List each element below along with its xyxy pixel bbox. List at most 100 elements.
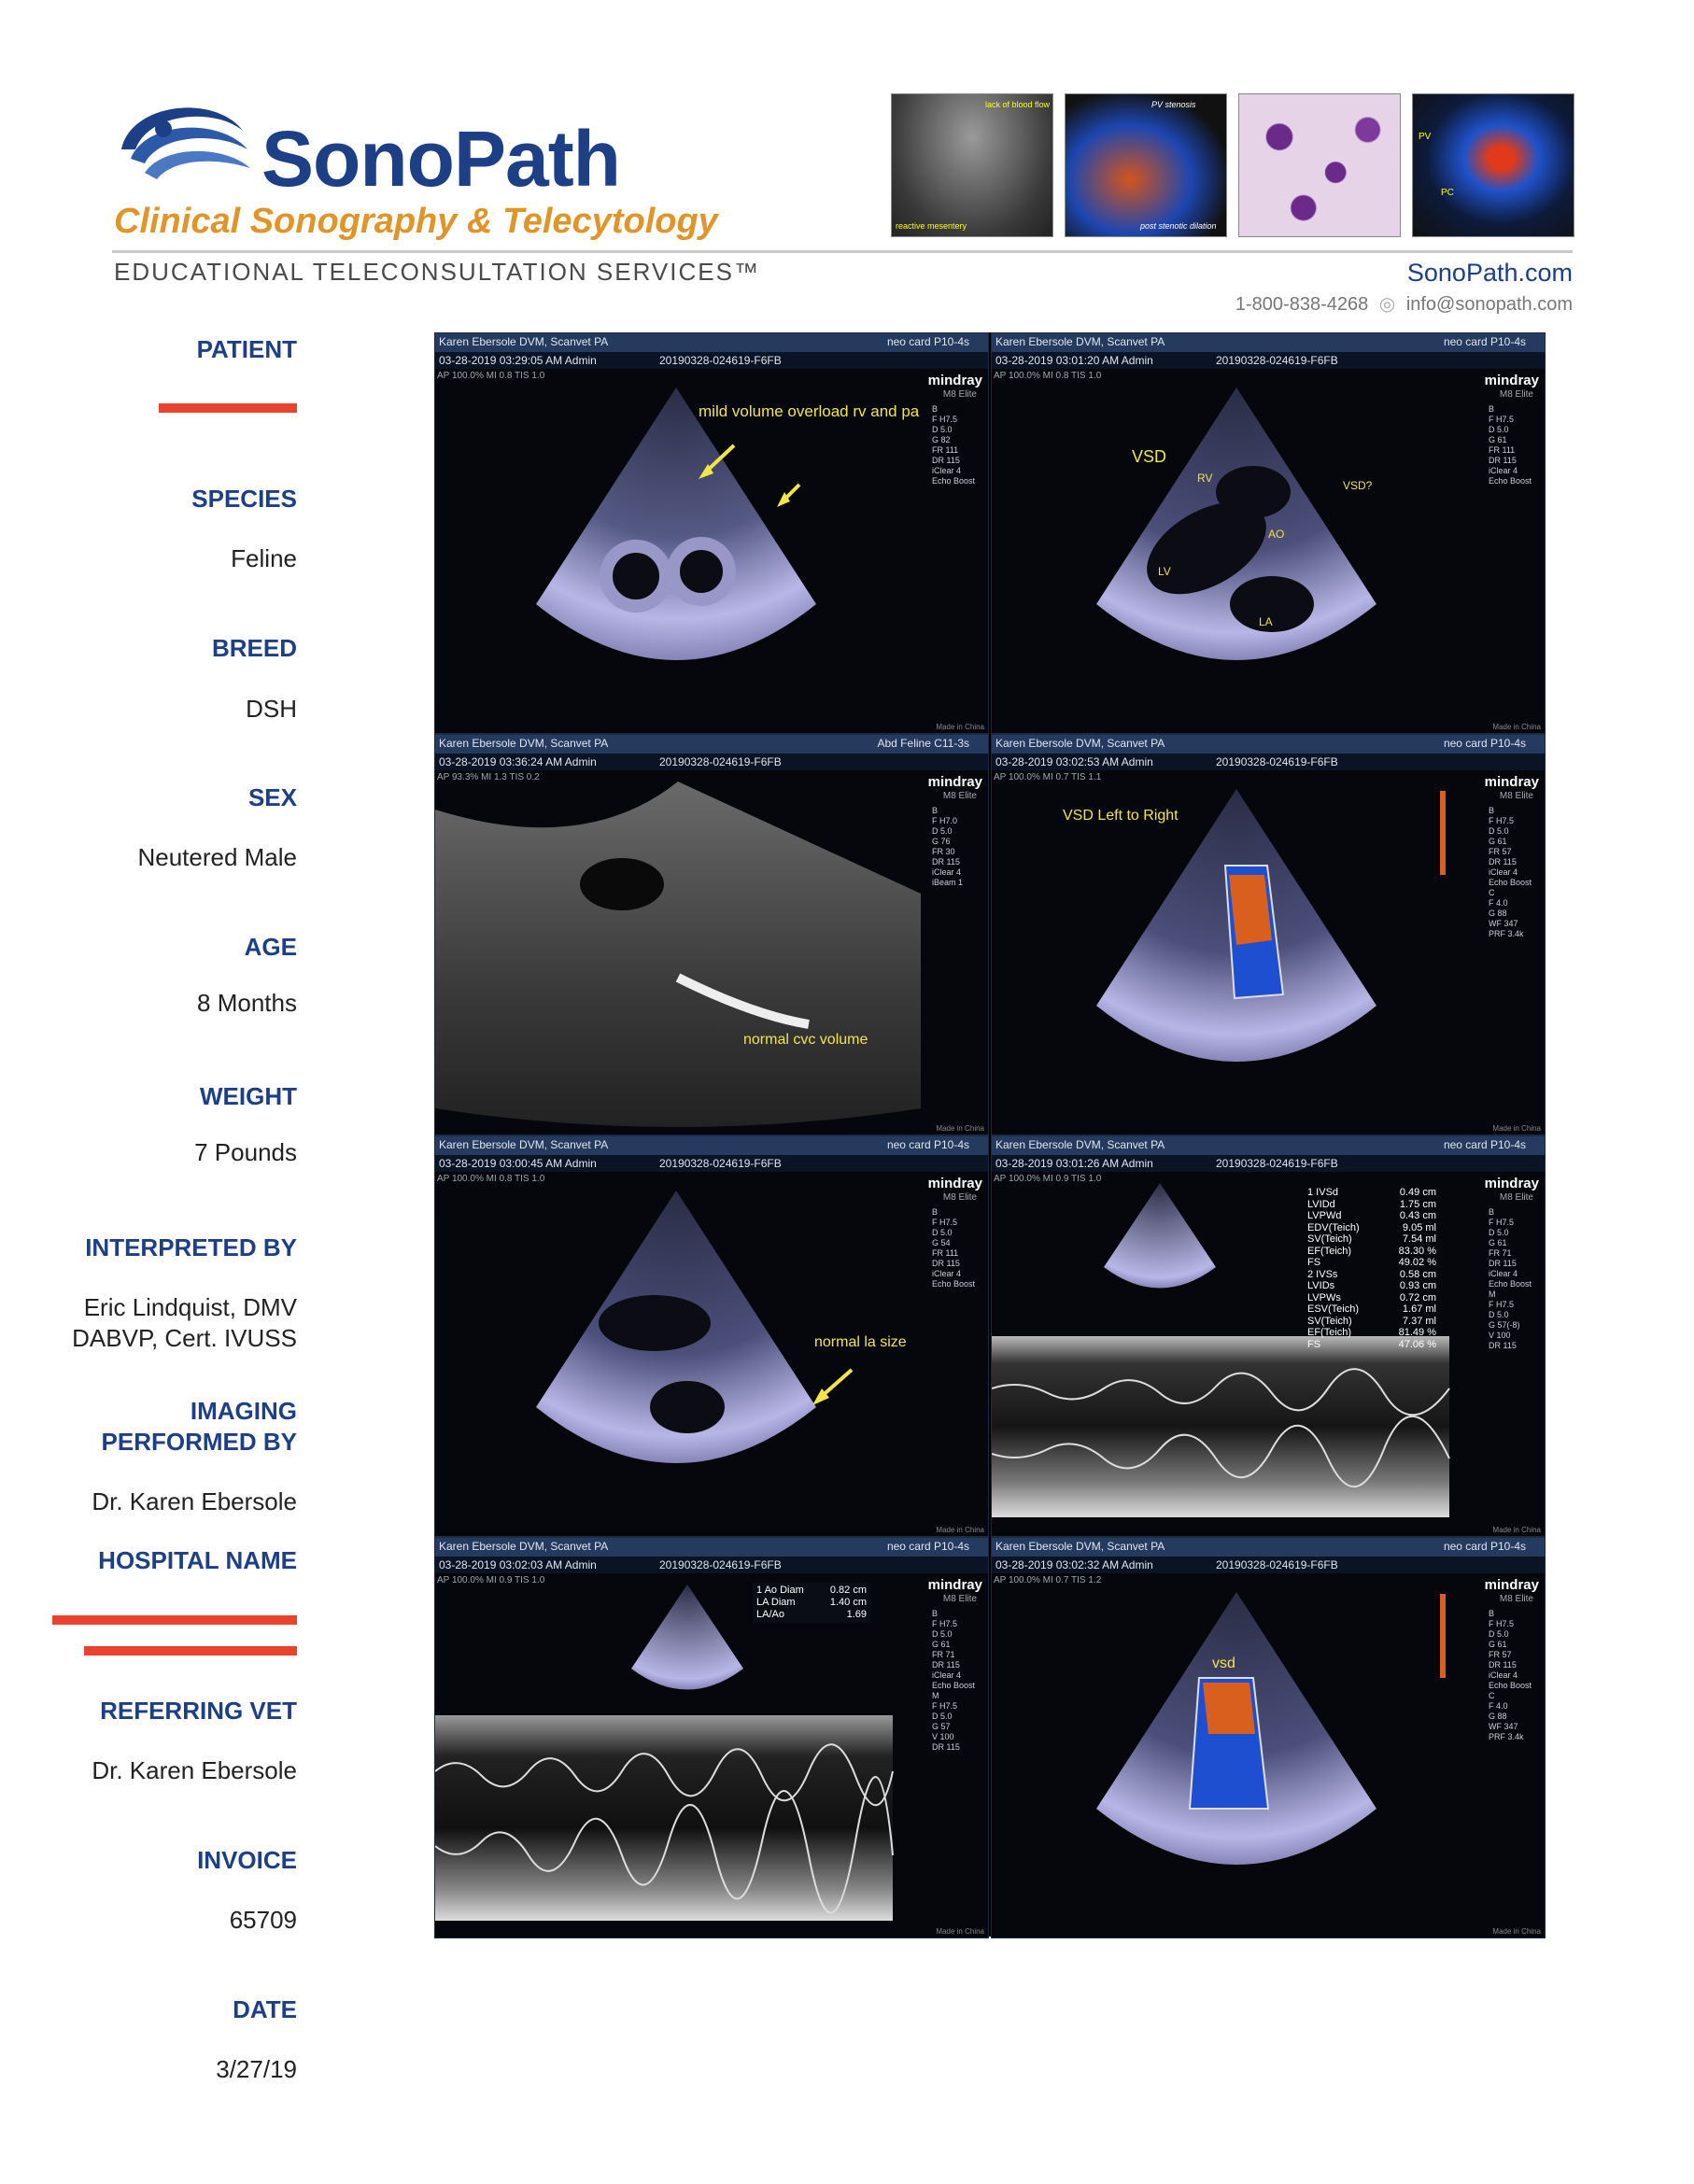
- measurement-row: 1 IVSd 0.49 cm: [1307, 1187, 1436, 1199]
- annotation-text: normal cvc volume: [743, 1032, 868, 1048]
- thumb-label: reactive mesentery: [896, 221, 967, 231]
- thumbnail-ultrasound-abdomen: lack of blood flow reactive mesentery: [891, 93, 1053, 237]
- la-ao-measurements: 1 Ao Diam 0.82 cm LA Diam 1.40 cm LA/Ao 1.69: [753, 1583, 870, 1623]
- ultrasound-panel-3: Karen Ebersole DVM, Scanvet PA Abd Felin…: [434, 734, 989, 1135]
- measurement-row: LA Diam 1.40 cm: [756, 1597, 867, 1609]
- made-in-label: Made in China: [1492, 723, 1541, 731]
- measurement-name: SV(Teich): [1307, 1233, 1352, 1245]
- thumb-label: PV: [1419, 132, 1432, 142]
- measurement-row: LVIDd 1.75 cm: [1307, 1199, 1436, 1211]
- measurement-row: FS 49.02 %: [1307, 1257, 1436, 1269]
- measurement-name: SV(Teich): [1307, 1315, 1352, 1327]
- m-mode-image: [435, 1585, 894, 1921]
- measurement-value: 0.49 cm: [1399, 1187, 1436, 1198]
- imaging-label: IMAGING: [190, 1397, 297, 1425]
- sex-value: Neutered Male: [137, 843, 297, 871]
- patient-label: PATIENT: [196, 335, 297, 363]
- thumb-label: PV stenosis: [1151, 100, 1196, 109]
- annotation-text: vsd: [1212, 1656, 1235, 1671]
- made-in-label: Made in China: [936, 723, 984, 731]
- email-icon: ◎: [1378, 294, 1396, 315]
- thumbnail-color-doppler: PV PC: [1412, 93, 1574, 237]
- measurement-value: 1.69: [846, 1609, 867, 1620]
- sonopath-logo-icon: [121, 107, 250, 179]
- age-label: AGE: [244, 933, 297, 961]
- hospital-name-label: HOSPITAL NAME: [98, 1546, 297, 1574]
- date-value: 3/27/19: [216, 2055, 297, 2083]
- measurement-value: 83.30 %: [1398, 1245, 1436, 1257]
- patient-name-redacted: [159, 403, 297, 413]
- measurement-name: EDV(Teich): [1307, 1221, 1360, 1233]
- measurement-name: EF(Teich): [1307, 1327, 1352, 1338]
- thumb-label: lack of blood flow: [985, 100, 1051, 109]
- color-doppler-image: [1096, 1592, 1446, 1865]
- measurement-row: EF(Teich) 81.49 %: [1307, 1327, 1436, 1339]
- ultrasound-panel-8: Karen Ebersole DVM, Scanvet PA neo card …: [991, 1537, 1546, 1938]
- measurement-value: 0.72 cm: [1399, 1291, 1436, 1303]
- ultrasound-panel-6: Karen Ebersole DVM, Scanvet PA neo card …: [991, 1135, 1546, 1537]
- measurement-name: LA/Ao: [756, 1609, 784, 1620]
- measurement-row: LVIDs 0.93 cm: [1307, 1280, 1436, 1292]
- measurement-name: FS: [1307, 1257, 1321, 1268]
- measurement-value: 1.40 cm: [829, 1597, 867, 1608]
- measurement-row: ESV(Teich) 1.67 ml: [1307, 1303, 1436, 1316]
- measurement-value: 9.05 ml: [1402, 1221, 1436, 1233]
- measurement-name: 1 Ao Diam: [756, 1585, 804, 1596]
- measurement-value: 0.58 cm: [1399, 1268, 1436, 1280]
- measurement-value: 0.93 cm: [1399, 1280, 1436, 1291]
- thumbnail-cytology: [1238, 93, 1401, 237]
- referring-vet-label: REFERRING VET: [100, 1697, 297, 1725]
- measurement-row: LVPWs 0.72 cm: [1307, 1292, 1436, 1304]
- ultrasound-panel-7: Karen Ebersole DVM, Scanvet PA neo card …: [434, 1537, 989, 1938]
- measurement-name: EF(Teich): [1307, 1245, 1352, 1257]
- color-doppler-image: [1096, 789, 1446, 1062]
- made-in-label: Made in China: [936, 1526, 984, 1534]
- interpreted-by-value: Eric Lindquist, DMV: [83, 1293, 297, 1321]
- measurement-name: LA Diam: [756, 1597, 796, 1608]
- ultrasound-panel-1: Karen Ebersole DVM, Scanvet PA neo card …: [434, 332, 989, 734]
- email-address[interactable]: info@sonopath.com: [1406, 294, 1573, 315]
- measurement-row: SV(Teich) 7.54 ml: [1307, 1233, 1436, 1246]
- annotation-vsd: VSD: [1132, 447, 1167, 466]
- measurement-name: ESV(Teich): [1307, 1303, 1360, 1315]
- website-link[interactable]: SonoPath.com: [1326, 259, 1573, 288]
- annotation-ao: AO: [1268, 528, 1285, 541]
- measurement-value: 1.67 ml: [1402, 1303, 1436, 1315]
- hospital-name-redacted-line1: [52, 1615, 297, 1625]
- measurement-row: LA/Ao 1.69: [756, 1609, 867, 1621]
- imaging-performed-by-value: Dr. Karen Ebersole: [92, 1487, 297, 1515]
- ultrasound-panel-2: Karen Ebersole DVM, Scanvet PA neo card …: [991, 332, 1546, 734]
- breed-label: BREED: [211, 634, 297, 662]
- ultrasound-convex-image: [435, 782, 921, 1127]
- measurement-value: 1.75 cm: [1399, 1198, 1436, 1210]
- age-value: 8 Months: [197, 989, 297, 1017]
- phone-number: 1-800-838-4268: [1235, 294, 1369, 315]
- annotation-lv: LV: [1158, 565, 1171, 578]
- weight-label: WEIGHT: [200, 1082, 297, 1110]
- ultrasound-image-grid: Karen Ebersole DVM, Scanvet PA neo card …: [434, 332, 1546, 1938]
- made-in-label: Made in China: [1492, 1124, 1541, 1133]
- measurement-row: EDV(Teich) 9.05 ml: [1307, 1222, 1436, 1234]
- brand-tagline: Clinical Sonography & Telecytology: [114, 202, 718, 241]
- thumbnail-doppler: PV stenosis post stenotic dilation: [1065, 93, 1227, 237]
- species-label: SPECIES: [191, 485, 297, 513]
- invoice-label: INVOICE: [197, 1846, 297, 1874]
- m-mode-measurements: 1 IVSd 0.49 cm LVIDd 1.75 cm LVPWd 0.43 cm EDV…: [1307, 1187, 1436, 1350]
- measurement-row: FS 47.06 %: [1307, 1339, 1436, 1351]
- made-in-label: Made in China: [1492, 1927, 1541, 1936]
- measurement-row: 1 Ao Diam 0.82 cm: [756, 1585, 867, 1597]
- measurement-row: SV(Teich) 7.37 ml: [1307, 1316, 1436, 1328]
- measurement-name: LVIDs: [1307, 1280, 1335, 1291]
- measurement-row: LVPWd 0.43 cm: [1307, 1210, 1436, 1222]
- interpreted-by-credentials: DABVP, Cert. IVUSS: [72, 1324, 297, 1352]
- invoice-value: 65709: [229, 1906, 297, 1934]
- annotation-rv: RV: [1197, 472, 1213, 485]
- m-mode-image: [992, 1183, 1450, 1517]
- breed-value: DSH: [246, 695, 297, 723]
- measurement-value: 47.06 %: [1398, 1338, 1436, 1350]
- annotation-text: VSD Left to Right: [1063, 808, 1179, 824]
- ultrasound-panel-4: Karen Ebersole DVM, Scanvet PA neo card …: [991, 734, 1546, 1135]
- services-subtitle: EDUCATIONAL TELECONSULTATION SERVICES™: [114, 258, 760, 286]
- thumb-label: post stenotic dilation: [1140, 221, 1217, 231]
- species-value: Feline: [231, 544, 297, 572]
